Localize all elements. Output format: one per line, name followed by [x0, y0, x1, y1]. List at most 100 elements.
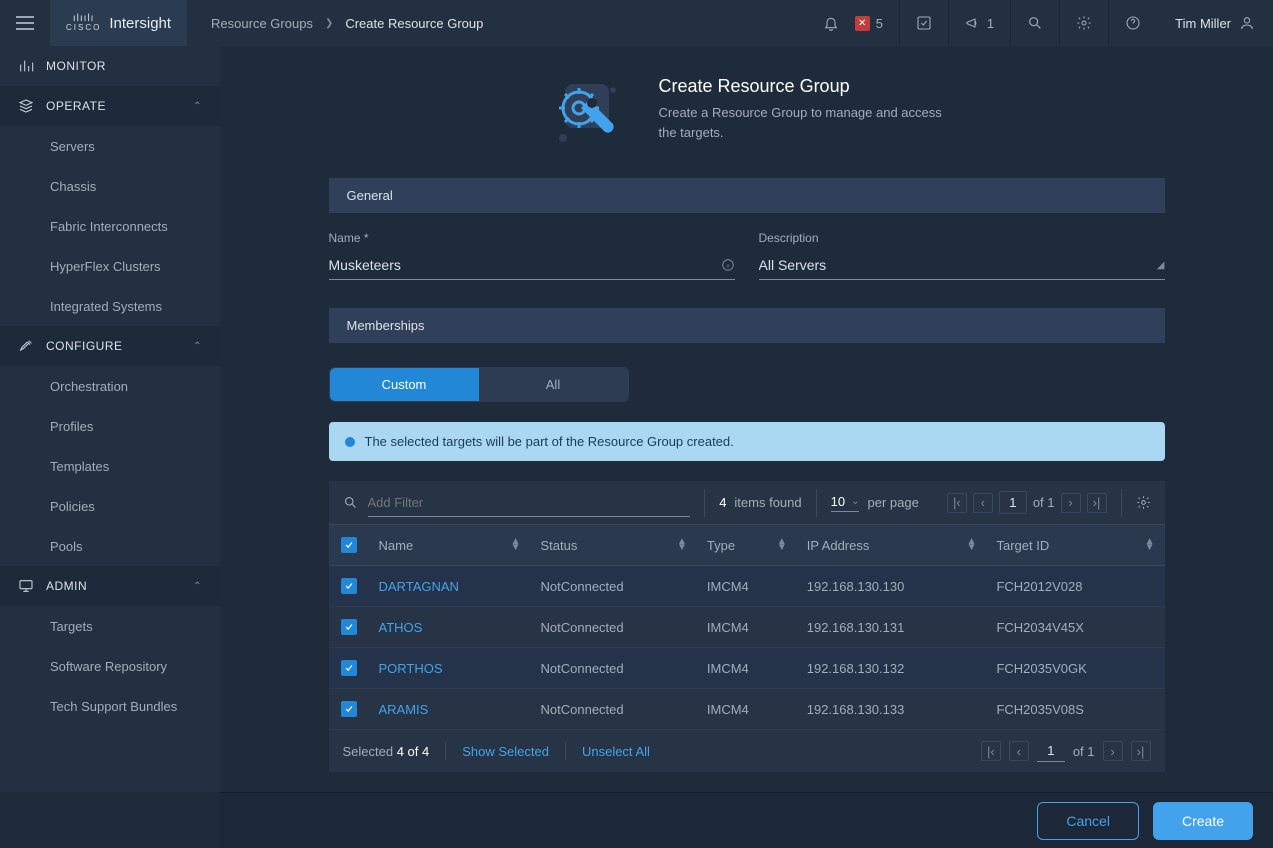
nav-templates[interactable]: Templates: [0, 446, 220, 486]
segment-custom[interactable]: Custom: [330, 368, 479, 401]
content: Create Resource Group Create a Resource …: [220, 46, 1273, 792]
check-square-icon: [916, 15, 932, 31]
nav-pools[interactable]: Pools: [0, 526, 220, 566]
row-name-link[interactable]: ARAMIS: [379, 702, 429, 717]
breadcrumb-parent[interactable]: Resource Groups: [211, 16, 313, 31]
sort-icon: ▲▼: [777, 539, 787, 551]
next-page-button[interactable]: ›: [1061, 493, 1081, 513]
segment-all[interactable]: All: [479, 368, 628, 401]
chevron-up-icon: ⌃: [193, 101, 202, 112]
user-icon: [1239, 15, 1255, 31]
row-ip: 192.168.130.131: [797, 607, 987, 648]
row-checkbox[interactable]: [341, 701, 357, 717]
megaphone-icon: [965, 15, 981, 31]
nav-targets[interactable]: Targets: [0, 606, 220, 646]
unselect-all-link[interactable]: Unselect All: [582, 744, 650, 759]
nav-software-repository[interactable]: Software Repository: [0, 646, 220, 686]
info-icon[interactable]: [721, 258, 735, 272]
bell-icon: [823, 15, 839, 31]
nav-fabric-interconnects[interactable]: Fabric Interconnects: [0, 206, 220, 246]
create-button[interactable]: Create: [1153, 802, 1253, 840]
gear-icon: [1136, 495, 1151, 510]
alerts-button[interactable]: ✕ 5: [855, 0, 899, 46]
next-page-button[interactable]: ›: [1103, 741, 1123, 761]
col-name[interactable]: Name▲▼: [369, 525, 531, 566]
page-input[interactable]: [999, 491, 1027, 514]
page-title: Create Resource Group: [659, 76, 959, 97]
nav-operate[interactable]: OPERATE ⌃: [0, 86, 220, 126]
name-label: Name *: [329, 231, 735, 245]
nav-orchestration[interactable]: Orchestration: [0, 366, 220, 406]
tasks-button[interactable]: [899, 0, 948, 46]
table-row[interactable]: ATHOSNotConnectedIMCM4192.168.130.131FCH…: [329, 607, 1165, 648]
announce-count: 1: [987, 16, 994, 31]
row-checkbox[interactable]: [341, 578, 357, 594]
chevron-up-icon: ⌃: [193, 341, 202, 352]
nav-tech-support-bundles[interactable]: Tech Support Bundles: [0, 686, 220, 726]
nav-configure[interactable]: CONFIGURE ⌃: [0, 326, 220, 366]
per-page-select[interactable]: 10 ⌄: [831, 494, 860, 512]
targets-table: Name▲▼ Status▲▼ Type▲▼ IP Address▲▼ Targ…: [329, 525, 1165, 730]
col-target-id[interactable]: Target ID▲▼: [986, 525, 1164, 566]
row-name-link[interactable]: DARTAGNAN: [379, 579, 459, 594]
description-input[interactable]: [759, 251, 1157, 279]
nav-admin[interactable]: ADMIN ⌃: [0, 566, 220, 606]
admin-icon: [18, 578, 34, 594]
search-icon[interactable]: [343, 495, 358, 510]
row-checkbox[interactable]: [341, 660, 357, 676]
menu-toggle[interactable]: [0, 0, 50, 46]
hamburger-icon: [16, 16, 34, 30]
select-all-checkbox[interactable]: [341, 537, 357, 553]
section-memberships: Memberships: [329, 308, 1165, 343]
footer-page-of: of 1: [1073, 744, 1095, 759]
notifications-button[interactable]: [807, 0, 855, 46]
help-button[interactable]: [1108, 0, 1157, 46]
nav-hyperflex-clusters[interactable]: HyperFlex Clusters: [0, 246, 220, 286]
chevron-right-icon: ❯: [325, 18, 333, 29]
col-type[interactable]: Type▲▼: [697, 525, 797, 566]
search-button[interactable]: [1010, 0, 1059, 46]
row-status: NotConnected: [531, 648, 697, 689]
nav-servers[interactable]: Servers: [0, 126, 220, 166]
nav-policies[interactable]: Policies: [0, 486, 220, 526]
monitor-icon: [18, 58, 34, 74]
col-ip[interactable]: IP Address▲▼: [797, 525, 987, 566]
filter-input[interactable]: [368, 489, 691, 517]
resize-handle-icon[interactable]: ◢: [1157, 260, 1165, 271]
col-status[interactable]: Status▲▼: [531, 525, 697, 566]
announcements-button[interactable]: 1: [948, 0, 1010, 46]
nav-integrated-systems[interactable]: Integrated Systems: [0, 286, 220, 326]
footer-page-input[interactable]: [1037, 740, 1065, 762]
row-status: NotConnected: [531, 689, 697, 730]
brand[interactable]: ılıılı CISCO Intersight: [50, 0, 187, 46]
prev-page-button[interactable]: ‹: [1009, 741, 1029, 761]
table-row[interactable]: PORTHOSNotConnectedIMCM4192.168.130.132F…: [329, 648, 1165, 689]
check-icon: [344, 540, 354, 550]
row-checkbox[interactable]: [341, 619, 357, 635]
last-page-button[interactable]: ›|: [1131, 741, 1151, 761]
first-page-button[interactable]: |‹: [981, 741, 1001, 761]
nav-configure-label: CONFIGURE: [46, 339, 123, 353]
table-row[interactable]: ARAMISNotConnectedIMCM4192.168.130.133FC…: [329, 689, 1165, 730]
row-ip: 192.168.130.130: [797, 566, 987, 607]
first-page-button[interactable]: |‹: [947, 493, 967, 513]
settings-button[interactable]: [1059, 0, 1108, 46]
sort-icon: ▲▼: [677, 539, 687, 551]
user-menu[interactable]: Tim Miller: [1157, 15, 1273, 31]
row-ip: 192.168.130.132: [797, 648, 987, 689]
table-row[interactable]: DARTAGNANNotConnectedIMCM4192.168.130.13…: [329, 566, 1165, 607]
table-settings-button[interactable]: [1122, 495, 1165, 510]
show-selected-link[interactable]: Show Selected: [462, 744, 549, 759]
cancel-button[interactable]: Cancel: [1037, 802, 1139, 840]
row-name-link[interactable]: ATHOS: [379, 620, 423, 635]
nav-monitor[interactable]: MONITOR: [0, 46, 220, 86]
prev-page-button[interactable]: ‹: [973, 493, 993, 513]
nav-chassis[interactable]: Chassis: [0, 166, 220, 206]
last-page-button[interactable]: ›|: [1087, 493, 1107, 513]
row-status: NotConnected: [531, 607, 697, 648]
row-name-link[interactable]: PORTHOS: [379, 661, 443, 676]
select-all-header[interactable]: [329, 525, 369, 566]
nav-profiles[interactable]: Profiles: [0, 406, 220, 446]
name-input[interactable]: [329, 251, 721, 279]
info-banner: The selected targets will be part of the…: [329, 422, 1165, 461]
